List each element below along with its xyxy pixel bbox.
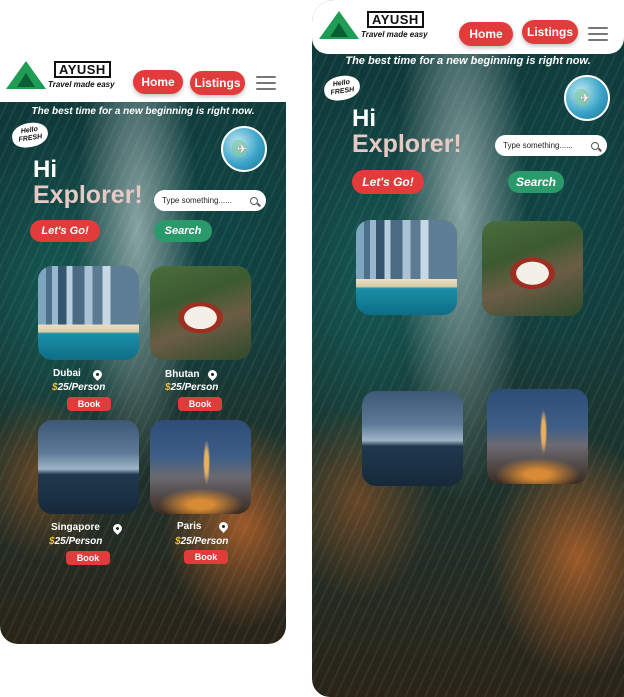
lets-go-button[interactable]: Let's Go!: [352, 170, 424, 194]
lets-go-button[interactable]: Let's Go!: [30, 220, 100, 242]
search-button[interactable]: Search: [154, 220, 212, 242]
home-button[interactable]: Home: [459, 22, 513, 46]
destination-image-dubai[interactable]: [356, 220, 457, 315]
destination-image[interactable]: [38, 420, 139, 514]
destination-image[interactable]: [150, 266, 251, 360]
brand-tagline: Travel made easy: [48, 80, 115, 89]
brand-name: AYUSH: [54, 61, 111, 78]
globe-icon: ✈: [564, 75, 610, 121]
hero-headline: The best time for a new beginning is rig…: [345, 55, 591, 67]
destination-image-paris[interactable]: [487, 389, 588, 484]
destination-name: Bhutan: [165, 369, 200, 380]
search-icon[interactable]: [250, 196, 258, 205]
header: AYUSH Travel made easy Home Listings: [0, 52, 286, 102]
brand-tagline: Travel made easy: [361, 30, 428, 39]
greeting: Hi: [33, 156, 57, 183]
destination-price: $25/Person: [175, 536, 229, 547]
airplane-icon: ✈: [580, 91, 591, 105]
destination-price: $25/Person: [52, 382, 106, 393]
destination-name: Singapore: [51, 522, 100, 533]
destination-name: Dubai: [53, 368, 81, 379]
mobile-screen-left: AYUSH Travel made easy Home Listings The…: [0, 52, 286, 644]
book-button[interactable]: Book: [67, 397, 111, 411]
menu-icon[interactable]: [588, 27, 608, 41]
menu-icon[interactable]: [256, 76, 276, 90]
destination-image[interactable]: [38, 266, 139, 360]
search-field[interactable]: [495, 135, 607, 156]
airplane-icon: ✈: [237, 142, 248, 156]
book-button[interactable]: Book: [178, 397, 222, 411]
destination-image[interactable]: [150, 420, 251, 514]
search-icon[interactable]: [591, 141, 599, 150]
logo[interactable]: AYUSH Travel made easy: [6, 61, 115, 89]
hero-headline: The best time for a new beginning is rig…: [31, 106, 255, 117]
destination-image-bhutan[interactable]: [482, 221, 583, 316]
book-button[interactable]: Book: [184, 550, 228, 564]
hero-title: Explorer!: [33, 181, 143, 209]
home-button[interactable]: Home: [133, 70, 183, 94]
listings-button[interactable]: Listings: [522, 20, 578, 44]
book-button[interactable]: Book: [66, 551, 110, 565]
destination-name: Paris: [177, 521, 202, 532]
search-button[interactable]: Search: [508, 171, 564, 193]
listings-button[interactable]: Listings: [190, 71, 245, 95]
greeting: Hi: [352, 105, 376, 132]
hero-title: Explorer!: [352, 130, 462, 158]
search-field[interactable]: [154, 190, 266, 211]
search-input[interactable]: [162, 196, 250, 205]
destination-price: $25/Person: [49, 536, 103, 547]
header: AYUSH Travel made easy Home Listings: [312, 0, 624, 54]
destination-image-singapore[interactable]: [362, 391, 463, 486]
search-input[interactable]: [503, 141, 591, 150]
globe-icon: ✈: [221, 126, 267, 172]
logo[interactable]: AYUSH Travel made easy: [319, 11, 428, 39]
mobile-screen-right: AYUSH Travel made easy Home Listings The…: [312, 0, 624, 697]
brand-name: AYUSH: [367, 11, 424, 28]
destination-price: $25/Person: [165, 382, 219, 393]
mountain-logo-icon: [6, 61, 46, 89]
mountain-logo-icon: [319, 11, 359, 39]
